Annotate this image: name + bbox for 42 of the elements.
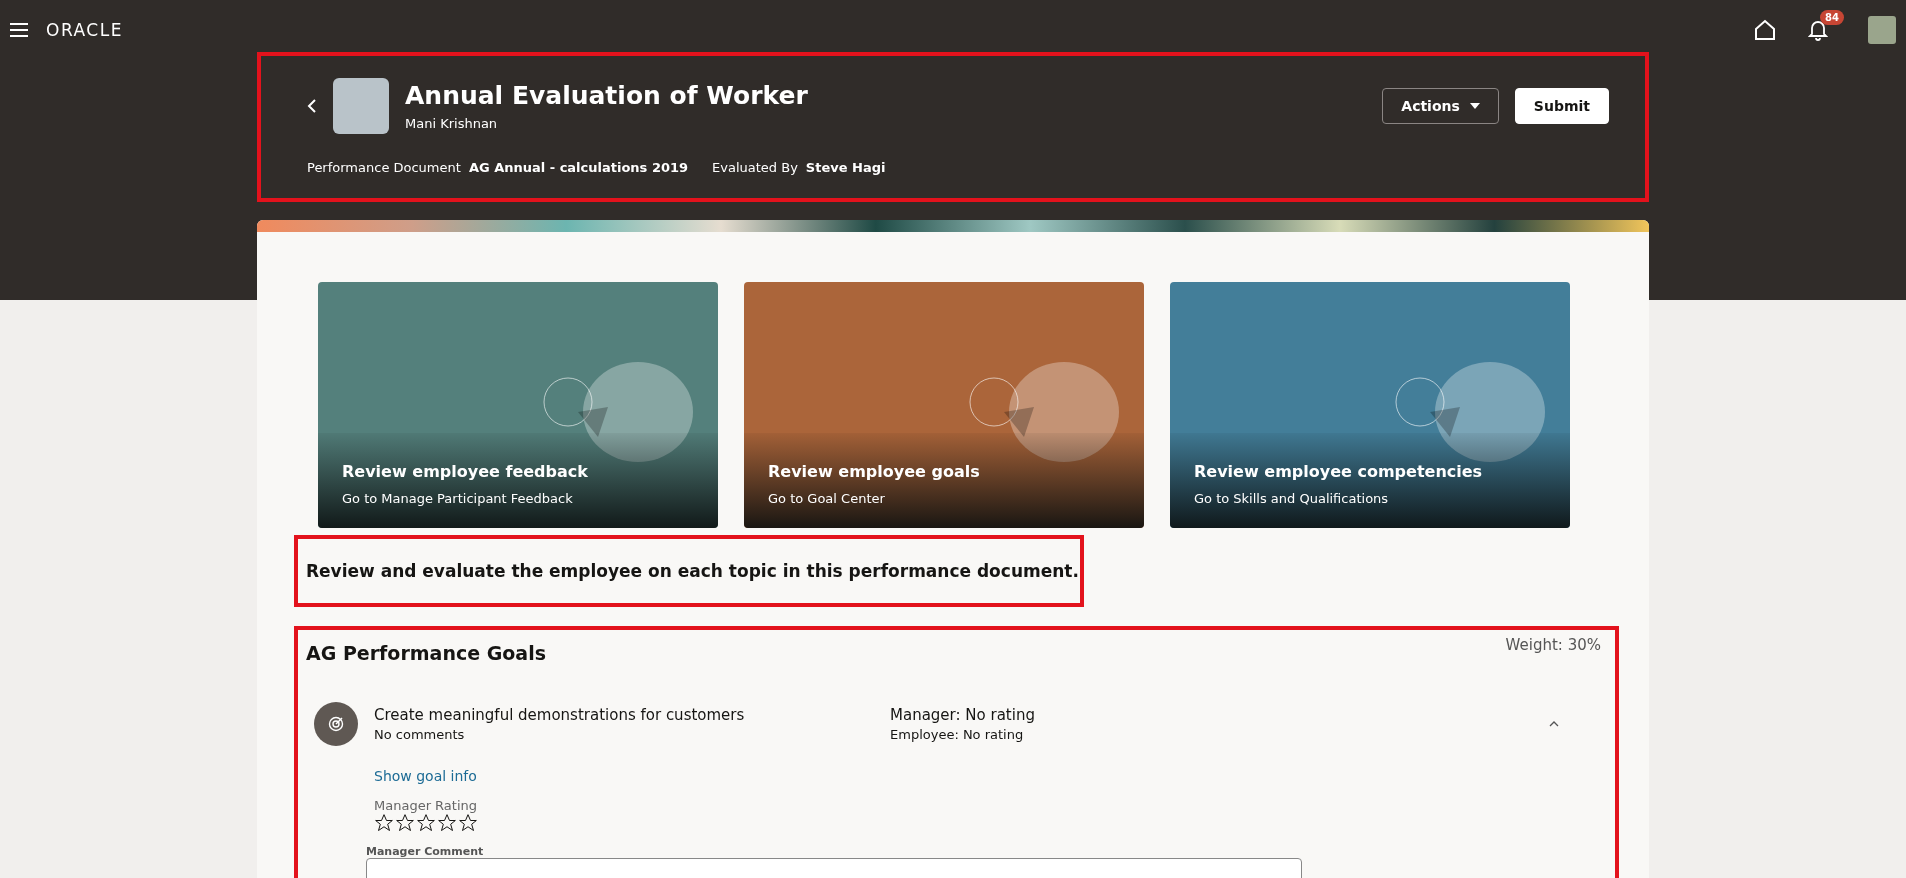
star-icon[interactable]: [416, 813, 436, 833]
comment-label: Manager Comment: [366, 845, 484, 858]
instruction-text: Review and evaluate the employee on each topic in this performance document.: [306, 561, 1079, 581]
employee-rating: Employee: No rating: [890, 727, 1025, 742]
card-subtitle: Go to Manage Participant Feedback: [342, 491, 574, 506]
manager-rating: Manager: No rating: [890, 706, 1036, 724]
card-title: Review employee feedback: [342, 462, 589, 481]
section-title: AG Performance Goals: [306, 642, 546, 664]
caret-icon: [1469, 103, 1480, 109]
card-title: Review employee competencies: [1194, 462, 1484, 481]
show-goal-info-link[interactable]: Show goal info: [374, 768, 477, 784]
photo-placeholder: [333, 78, 389, 134]
home-icon[interactable]: [1754, 19, 1776, 41]
menu-icon[interactable]: [10, 23, 28, 37]
rating-label: Manager Rating: [374, 798, 478, 813]
star-icon[interactable]: [437, 813, 457, 833]
meta-label: Performance Document: [307, 160, 461, 175]
notifications-icon[interactable]: [1808, 19, 1828, 41]
meta-label: Evaluated By: [712, 160, 798, 175]
navigation-card[interactable]: Review employee feedback Go to Manage Participant Feedback: [318, 282, 718, 528]
star-icon[interactable]: [395, 813, 415, 833]
weight-text: Weight: 30%: [1505, 636, 1601, 656]
card-title: Review employee goals: [768, 462, 981, 481]
comment-field[interactable]: [366, 858, 1302, 878]
goal-name: Create meaningful demonstrations for customers: [374, 706, 746, 724]
star-icon[interactable]: [374, 813, 394, 833]
navigation-card[interactable]: Review employee goals Go to Goal Center: [744, 282, 1144, 528]
card-subtitle: Go to Skills and Qualifications: [1194, 491, 1390, 506]
back-icon[interactable]: [307, 98, 317, 114]
star-icon[interactable]: [458, 813, 478, 833]
page-title: Annual Evaluation of Worker: [405, 81, 809, 110]
brand-logo: ORACLE: [46, 20, 123, 40]
goal-comments: No comments: [374, 727, 466, 742]
navigation-card[interactable]: Review employee competencies Go to Skills and Qualifications: [1170, 282, 1570, 528]
person-name: Mani Krishnan: [405, 116, 499, 131]
meta-value: Steve Hagi: [805, 160, 886, 175]
card-subtitle: Go to Goal Center: [768, 491, 886, 506]
caret-icon[interactable]: [1547, 719, 1561, 729]
actions-button[interactable]: Actions: [1382, 88, 1499, 124]
meta-value: AG Annual - calculations 2019: [468, 160, 689, 175]
target-icon: [314, 702, 358, 746]
submit-button[interactable]: Submit: [1514, 88, 1609, 124]
